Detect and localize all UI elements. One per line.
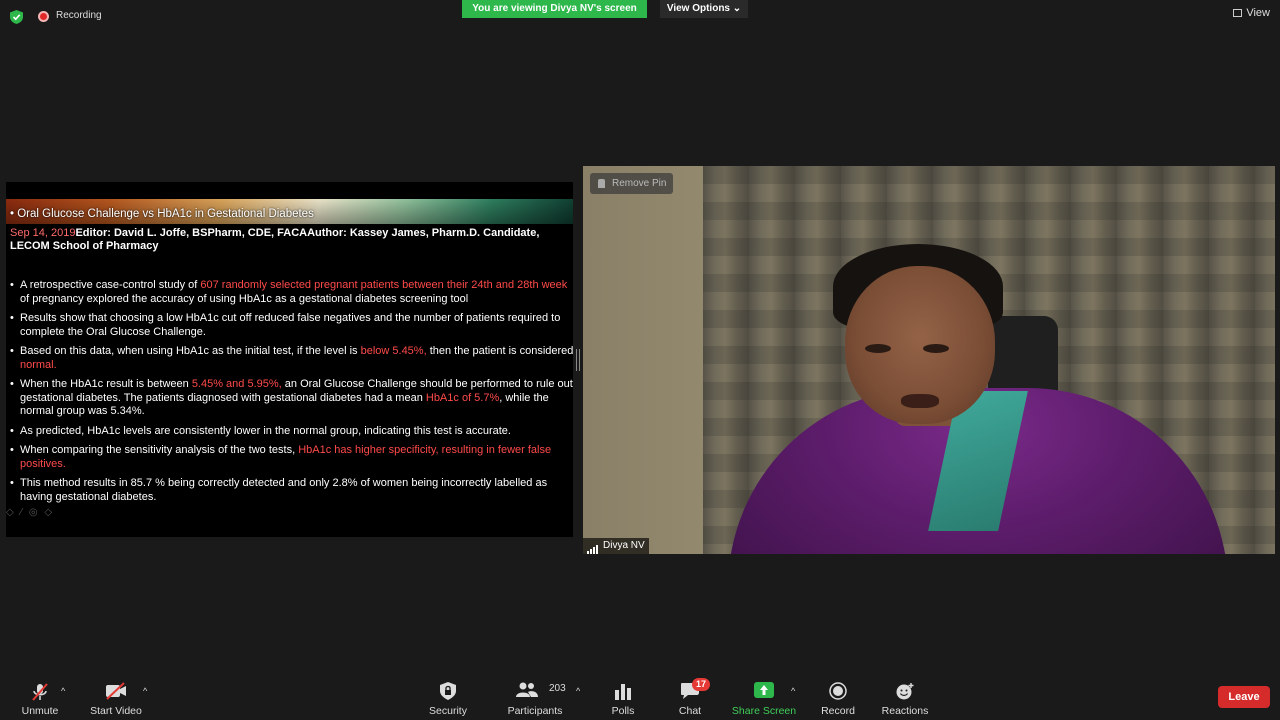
shared-screen-slide: • Oral Glucose Challenge vs HbA1c in Ges…: [6, 182, 573, 537]
security-button[interactable]: Security: [408, 674, 488, 720]
start-video-button[interactable]: Start Video: [76, 674, 156, 720]
share-screen-button[interactable]: Share Screen: [724, 674, 804, 720]
participant-eye-right: [923, 344, 949, 353]
viewing-screen-banner: You are viewing Divya NV's screen: [462, 0, 647, 18]
slide-title: • Oral Glucose Challenge vs HbA1c in Ges…: [10, 208, 314, 220]
security-shield-icon: [440, 682, 456, 700]
bullet-4: When the HbA1c result is between 5.45% a…: [10, 378, 573, 419]
record-icon: [829, 682, 847, 700]
microphone-muted-icon: [32, 683, 48, 701]
split-resize-handle[interactable]: [576, 349, 580, 371]
start-video-label: Start Video: [90, 705, 142, 717]
view-options-button[interactable]: View Options ⌄: [660, 0, 748, 18]
reactions-smiley-icon: [896, 683, 914, 700]
bullet-6: When comparing the sensitivity analysis …: [10, 444, 573, 471]
participants-icon: [516, 682, 538, 697]
view-button[interactable]: View: [1233, 7, 1270, 19]
audio-options-caret-icon[interactable]: ^: [61, 686, 65, 696]
slide-nav-controls-icon[interactable]: ◇ ⁄ ◎ ◇: [6, 507, 54, 518]
recording-label: Recording: [56, 10, 102, 21]
security-label: Security: [429, 705, 467, 717]
reactions-button[interactable]: Reactions: [865, 674, 945, 720]
chat-button[interactable]: 17 Chat: [650, 674, 730, 720]
bullet-3: Based on this data, when using HbA1c as …: [10, 345, 573, 372]
bullet-5: As predicted, HbA1c levels are consisten…: [10, 425, 573, 439]
shield-check-icon[interactable]: [10, 10, 23, 24]
slide-meta: Sep 14, 2019Editor: David L. Joffe, BSPh…: [10, 227, 566, 253]
slide-title-text: Oral Glucose Challenge vs HbA1c in Gesta…: [17, 208, 314, 220]
share-screen-arrow-icon: [754, 682, 774, 698]
participants-label: Participants: [507, 705, 563, 717]
bullet-2: Results show that choosing a low HbA1c c…: [10, 312, 573, 339]
participants-count: 203: [549, 683, 566, 694]
share-options-caret-icon[interactable]: ^: [791, 686, 795, 696]
remove-pin-label: Remove Pin: [612, 178, 667, 189]
polls-bar-chart-icon: [615, 684, 631, 700]
participant-mouth: [901, 394, 939, 408]
participants-button[interactable]: 203 Participants: [495, 674, 575, 720]
participant-eye-left: [865, 344, 891, 353]
recording-icon: [38, 11, 49, 22]
share-screen-label: Share Screen: [731, 705, 797, 717]
bullet-7: This method results in 85.7 % being corr…: [10, 477, 573, 504]
grid-view-icon: [1233, 9, 1243, 18]
view-label: View: [1246, 7, 1270, 19]
slide-byline: Editor: David L. Joffe, BSPharm, CDE, FA…: [10, 227, 540, 252]
chat-unread-badge: 17: [692, 678, 710, 691]
leave-meeting-button[interactable]: Leave: [1218, 686, 1270, 708]
reactions-label: Reactions: [881, 705, 929, 717]
slide-date: Sep 14, 2019: [10, 227, 76, 239]
remove-pin-button[interactable]: Remove Pin: [590, 173, 673, 194]
participant-name-tag: Divya NV: [583, 538, 649, 554]
pin-icon: [598, 179, 605, 188]
unmute-label: Unmute: [21, 705, 59, 717]
participant-video-tile[interactable]: Remove Pin Divya NV: [583, 166, 1275, 554]
bullet-1: A retrospective case-control study of 60…: [10, 279, 573, 306]
participants-options-caret-icon[interactable]: ^: [576, 686, 580, 696]
meeting-toolbar: Unmute ^ Start Video ^ Security 203 Part…: [0, 674, 1280, 720]
video-options-caret-icon[interactable]: ^: [143, 686, 147, 696]
signal-strength-icon: [587, 539, 599, 554]
chat-label: Chat: [678, 705, 702, 717]
unmute-button[interactable]: Unmute: [0, 674, 80, 720]
slide-bullets: A retrospective case-control study of 60…: [10, 279, 573, 510]
top-bar: Recording You are viewing Divya NV's scr…: [0, 0, 1280, 34]
video-camera-off-icon: [106, 682, 126, 700]
participant-name: Divya NV: [603, 540, 645, 551]
